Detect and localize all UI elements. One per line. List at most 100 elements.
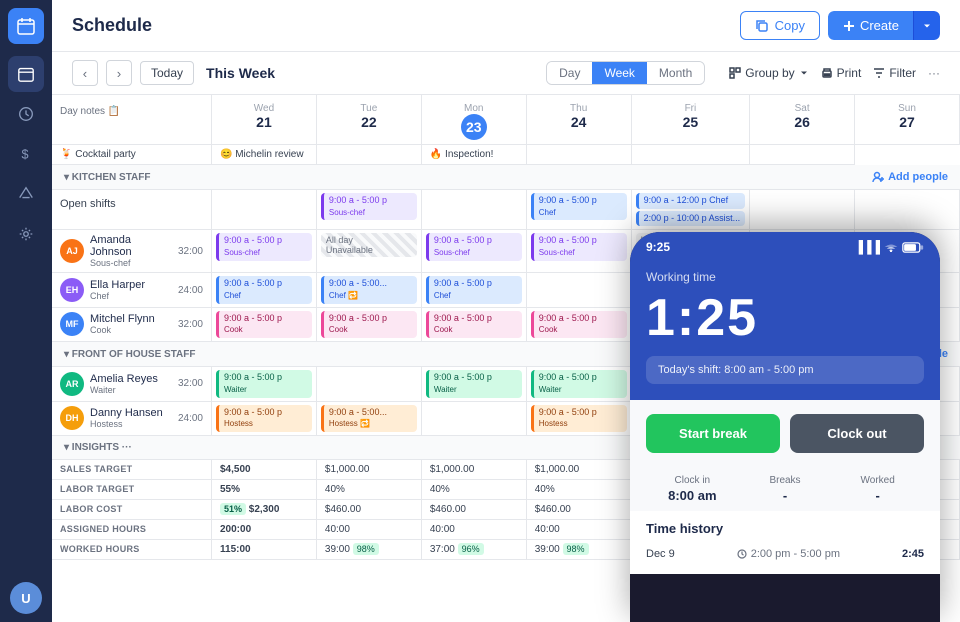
open-shift-wed [212, 190, 317, 230]
user-avatar[interactable]: U [10, 582, 42, 614]
labor-target-label: LABOR TARGET [52, 480, 212, 500]
labor-target-total: 55% [212, 480, 317, 500]
col-mon: Mon 23 [422, 95, 527, 145]
clock-info: Clock in 8:00 am Breaks - Worked - [630, 467, 940, 511]
amanda-thu[interactable]: 9:00 a - 5:00 pSous-chef [527, 230, 632, 273]
open-shift-tue[interactable]: 9:00 a - 5:00 pSous-chef [317, 190, 422, 230]
mitchel-mon[interactable]: 9:00 a - 5:00 pCook [422, 308, 527, 342]
ella-wed[interactable]: 9:00 a - 5:00 pChef [212, 273, 317, 307]
col-fri: Fri 25 [632, 95, 751, 145]
amanda-mon[interactable]: 9:00 a - 5:00 pSous-chef [422, 230, 527, 273]
danny-wed[interactable]: 9:00 a - 5:00 pHostess [212, 402, 317, 436]
mitchel-thu[interactable]: 9:00 a - 5:00 pCook [527, 308, 632, 342]
staff-amanda: AJ Amanda Johnson Sous-chef 32:00 [52, 230, 212, 273]
sidebar-item-settings[interactable] [8, 216, 44, 252]
create-dropdown-button[interactable] [913, 11, 940, 40]
avatar-amelia: AR [60, 372, 84, 396]
avatar-amanda: AJ [60, 239, 84, 263]
danny-tue[interactable]: 9:00 a - 5:00...Hostess 🔁 [317, 402, 422, 436]
more-button[interactable]: ··· [928, 66, 940, 80]
worked-info: Worked - [831, 475, 924, 503]
main-content: Schedule Copy Create ‹ › [52, 0, 960, 622]
phone-overlay: 9:25 ▐▐▐ Working time 1:25 Today's shift… [630, 232, 940, 622]
col-tue: Tue 22 [317, 95, 422, 145]
prev-week-button[interactable]: ‹ [72, 60, 98, 86]
phone-body: Working time 1:25 Today's shift: 8:00 am… [630, 258, 940, 400]
sidebar-item-time[interactable] [8, 96, 44, 132]
avatar-ella: EH [60, 278, 84, 302]
view-tabs: Day Week Month [546, 61, 705, 85]
ella-tue[interactable]: 9:00 a - 5:00...Chef 🔁 [317, 273, 422, 307]
header-actions: Copy Create [740, 11, 940, 40]
open-shift-thu[interactable]: 9:00 a - 5:00 pChef [527, 190, 632, 230]
amelia-mon[interactable]: 9:00 a - 5:00 pWaiter [422, 367, 527, 401]
day-note-sun [750, 145, 855, 165]
worked-hours-wed: 39:00 98% [317, 540, 422, 560]
header: Schedule Copy Create [52, 0, 960, 52]
app-logo [8, 8, 44, 44]
time-history: Time history Dec 9 2:00 pm - 5:00 pm 2:4… [630, 511, 940, 574]
phone-time: 9:25 [646, 240, 670, 254]
day-note-mon [317, 145, 422, 165]
sidebar-item-travel[interactable] [8, 176, 44, 212]
today-button[interactable]: Today [140, 61, 194, 85]
sidebar-item-schedule[interactable] [8, 56, 44, 92]
group-by-button[interactable]: Group by [729, 66, 808, 80]
calendar-container: Day notes 📋 Wed 21 Tue 22 Mon 23 Thu 24 … [52, 95, 960, 622]
add-people-button-kitchen[interactable]: Add people [872, 171, 948, 183]
open-shift-sat [750, 190, 855, 230]
amanda-wed[interactable]: 9:00 a - 5:00 pSous-chef [212, 230, 317, 273]
create-button-group: Create [828, 11, 940, 40]
copy-button[interactable]: Copy [740, 11, 820, 40]
danny-thu[interactable]: 9:00 a - 5:00 pHostess [527, 402, 632, 436]
day-note-fri [527, 145, 632, 165]
filter-button[interactable]: Filter [873, 66, 916, 80]
assigned-hours-label: ASSIGNED HOURS [52, 520, 212, 540]
labor-target-thu: 40% [527, 480, 632, 500]
assigned-hours-thu: 40:00 [527, 520, 632, 540]
labor-target-wed: 40% [317, 480, 422, 500]
sidebar-item-payroll[interactable]: $ [8, 136, 44, 172]
avatar-danny: DH [60, 406, 84, 430]
toolbar: ‹ › Today This Week Day Week Month Group… [52, 52, 960, 95]
worked-hours-total: 115:00 [212, 540, 317, 560]
print-button[interactable]: Print [821, 66, 862, 80]
day-notes-header-label: Day notes 📋 [52, 95, 212, 145]
assigned-hours-total: 200:00 [212, 520, 317, 540]
labor-target-mon: 40% [422, 480, 527, 500]
mitchel-wed[interactable]: 9:00 a - 5:00 pCook [212, 308, 317, 342]
staff-amelia: AR Amelia Reyes Waiter 32:00 [52, 367, 212, 401]
tab-week[interactable]: Week [592, 62, 646, 84]
tab-month[interactable]: Month [647, 62, 704, 84]
sales-target-wed: $1,000.00 [317, 460, 422, 480]
day-note-sat [632, 145, 751, 165]
worked-hours-thu: 39:00 98% [527, 540, 632, 560]
create-button[interactable]: Create [828, 11, 913, 40]
amanda-tue[interactable]: All dayUnavailable [317, 230, 422, 273]
ella-mon[interactable]: 9:00 a - 5:00 pChef [422, 273, 527, 307]
day-notes-label: Day notes 📋 [60, 106, 120, 117]
tab-day[interactable]: Day [547, 62, 592, 84]
amelia-wed[interactable]: 9:00 a - 5:00 pWaiter [212, 367, 317, 401]
start-break-button[interactable]: Start break [646, 414, 780, 453]
worked-hours-label: WORKED HOURS [52, 540, 212, 560]
staff-ella: EH Ella Harper Chef 24:00 [52, 273, 212, 307]
clock-out-button[interactable]: Clock out [790, 414, 924, 453]
phone-status-bar: 9:25 ▐▐▐ [630, 232, 940, 258]
mitchel-tue[interactable]: 9:00 a - 5:00 pCook [317, 308, 422, 342]
labor-cost-thu: $460.00 [527, 500, 632, 520]
next-week-button[interactable]: › [106, 60, 132, 86]
open-shift-sun [855, 190, 960, 230]
staff-mitchel: MF Mitchel Flynn Cook 32:00 [52, 308, 212, 342]
clock-display: 1:25 [646, 288, 924, 348]
open-shift-fri[interactable]: 9:00 a - 12:00 p Chef 2:00 p - 10:00 p A… [632, 190, 751, 230]
sales-target-mon: $1,000.00 [422, 460, 527, 480]
phone-actions: Start break Clock out [630, 400, 940, 467]
working-time-label: Working time [646, 270, 924, 284]
sidebar: $ U [0, 0, 52, 622]
sales-target-thu: $1,000.00 [527, 460, 632, 480]
sales-target-total: $4,500 [212, 460, 317, 480]
kitchen-staff-header: ▾ KITCHEN STAFF Add people [52, 165, 960, 190]
amelia-thu[interactable]: 9:00 a - 5:00 pWaiter [527, 367, 632, 401]
week-title: This Week [206, 65, 275, 81]
